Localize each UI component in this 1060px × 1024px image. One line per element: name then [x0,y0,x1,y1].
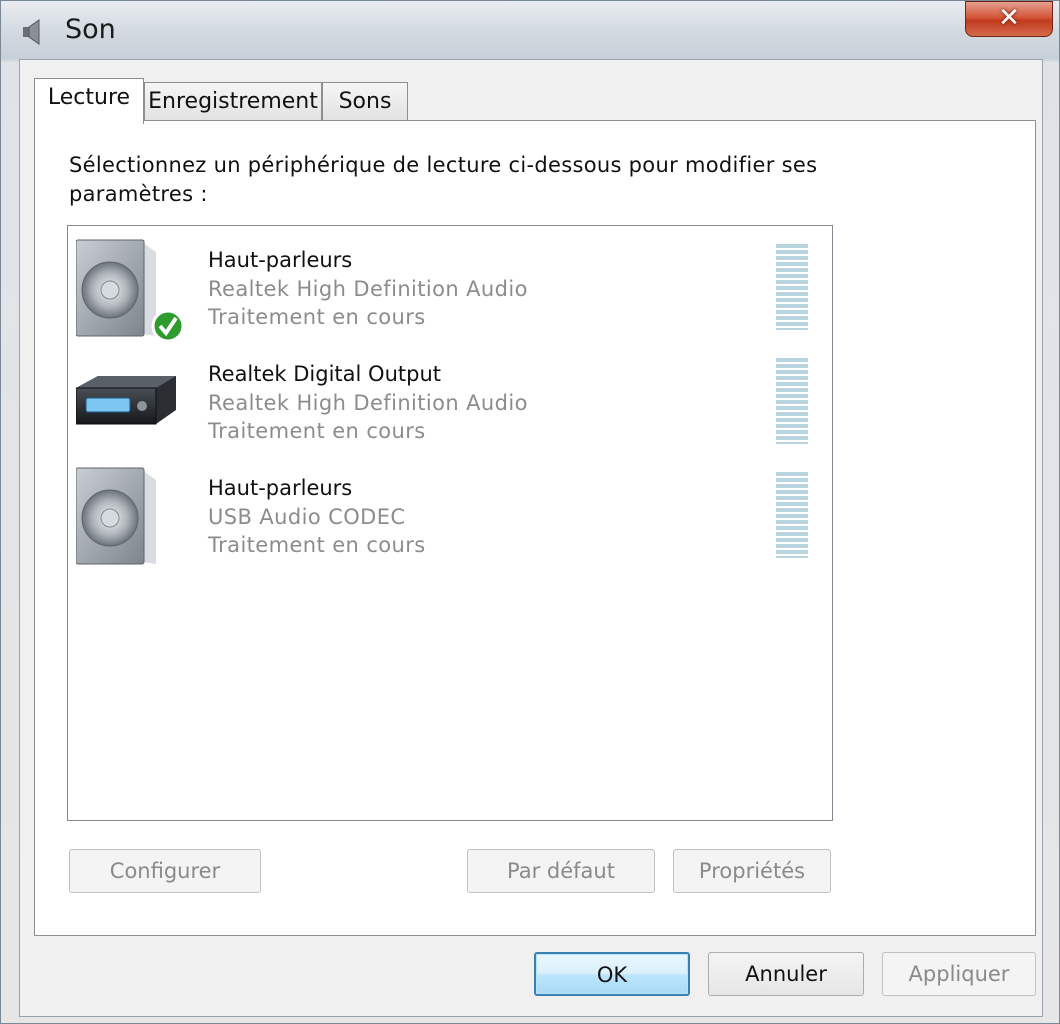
properties-button[interactable]: Propriétés [673,849,831,893]
ok-button[interactable]: OK [534,952,690,996]
playback-device-list[interactable]: Haut-parleurs Realtek High Definition Au… [67,225,833,821]
window-title: Son [65,14,116,45]
tab-sons[interactable]: Sons [322,82,408,120]
device-driver: Realtek High Definition Audio [208,391,528,415]
speaker-icon [76,467,156,565]
tab-lecture[interactable]: Lecture [34,78,144,124]
cancel-button[interactable]: Annuler [708,952,864,996]
sound-dialog: Son ✕ Lecture Enregistrement Sons Sélect… [0,0,1060,1024]
tab-panel-lecture: Sélectionnez un périphérique de lecture … [34,120,1036,936]
digital-output-icon [76,376,176,425]
device-status: Traitement en cours [208,419,426,443]
set-default-button[interactable]: Par défaut [467,849,655,893]
device-name: Realtek Digital Output [208,362,441,386]
device-driver: Realtek High Definition Audio [208,277,528,301]
instruction-text: Sélectionnez un périphérique de lecture … [69,153,818,206]
device-name: Haut-parleurs [208,248,353,272]
speaker-icon [76,239,185,343]
device-name: Haut-parleurs [208,476,353,500]
speaker-volume-icon [23,19,40,45]
close-button[interactable]: ✕ [965,1,1053,37]
device-item-realtek-digital-output[interactable]: Realtek Digital Output Realtek High Defi… [68,344,832,456]
volume-meter [776,244,808,330]
device-item-haut-parleurs-usb[interactable]: Haut-parleurs USB Audio CODEC Traitement… [68,458,832,570]
title-bar[interactable]: Son ✕ [1,1,1059,59]
device-item-haut-parleurs-realtek[interactable]: Haut-parleurs Realtek High Definition Au… [68,230,832,343]
configure-button[interactable]: Configurer [69,849,261,893]
tab-enregistrement[interactable]: Enregistrement [144,82,322,120]
device-status: Traitement en cours [208,305,426,329]
volume-meter [776,358,808,444]
device-driver: USB Audio CODEC [208,505,406,529]
volume-meter [776,472,808,558]
close-icon: ✕ [998,3,1020,33]
device-status: Traitement en cours [208,533,426,557]
dialog-client-area: Lecture Enregistrement Sons Sélectionnez… [19,59,1043,1017]
apply-button[interactable]: Appliquer [882,952,1036,996]
